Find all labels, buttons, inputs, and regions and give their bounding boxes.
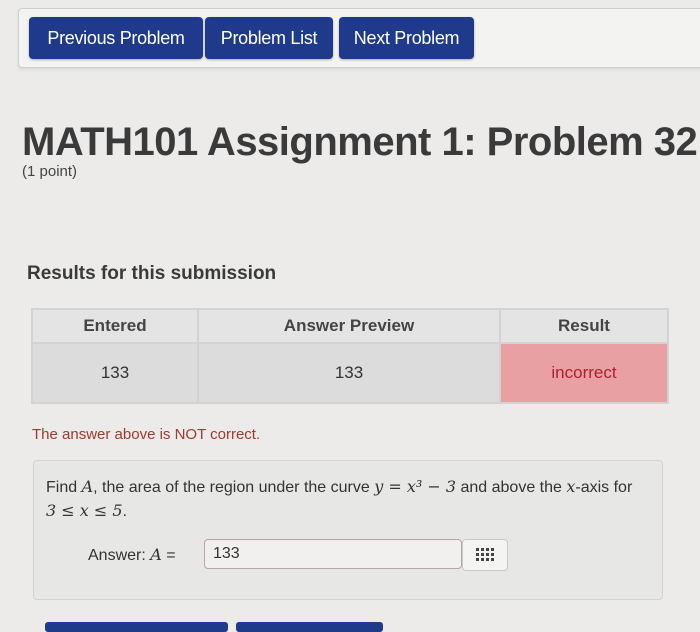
problem-list-button[interactable]: Problem List	[205, 17, 333, 59]
results-heading: Results for this submission	[27, 263, 277, 284]
problem-nav-bar: Previous Problem Problem List Next Probl…	[18, 8, 700, 68]
next-problem-button[interactable]: Next Problem	[339, 17, 474, 59]
page-title: MATH101 Assignment 1: Problem 32	[22, 120, 698, 164]
column-header-entered: Entered	[31, 308, 199, 344]
result-cell: incorrect	[499, 342, 669, 404]
bottom-button-left[interactable]	[45, 622, 228, 632]
curve-equation: y = x³ − 3	[374, 477, 457, 496]
column-header-answer-preview: Answer Preview	[197, 308, 501, 344]
table-row: 133 133 incorrect	[31, 342, 669, 404]
results-header-row: Entered Answer Preview Result	[31, 308, 669, 344]
variable-a: A	[81, 477, 94, 496]
answer-input[interactable]	[204, 539, 462, 569]
answer-preview-cell: 133	[197, 342, 501, 404]
interval: 3 ≤ x ≤ 5	[46, 501, 123, 520]
keyboard-grid-icon[interactable]	[462, 539, 508, 571]
problem-text-part: and above the	[456, 479, 567, 496]
answer-variable: A	[150, 545, 162, 564]
column-header-result: Result	[499, 308, 669, 344]
results-table: Entered Answer Preview Result 133 133 in…	[31, 308, 669, 404]
bottom-button-right[interactable]	[236, 622, 383, 632]
keyboard-grid-icon-glyph	[476, 548, 494, 561]
answer-label: Answer: A =	[88, 545, 176, 565]
entered-cell: 133	[31, 342, 199, 404]
problem-points: (1 point)	[22, 163, 78, 180]
problem-text-part: Find	[46, 479, 82, 496]
problem-text-part: , the area of the region under the curve	[93, 479, 375, 496]
previous-problem-button[interactable]: Previous Problem	[29, 17, 203, 59]
problem-statement: Find A, the area of the region under the…	[46, 475, 646, 523]
feedback-message: The answer above is NOT correct.	[32, 426, 261, 443]
answer-equals: =	[161, 547, 176, 564]
problem-text-part: .	[122, 503, 127, 520]
answer-label-text: Answer:	[88, 547, 151, 564]
problem-text-part: -axis for	[575, 479, 633, 496]
problem-box: Find A, the area of the region under the…	[33, 460, 663, 600]
